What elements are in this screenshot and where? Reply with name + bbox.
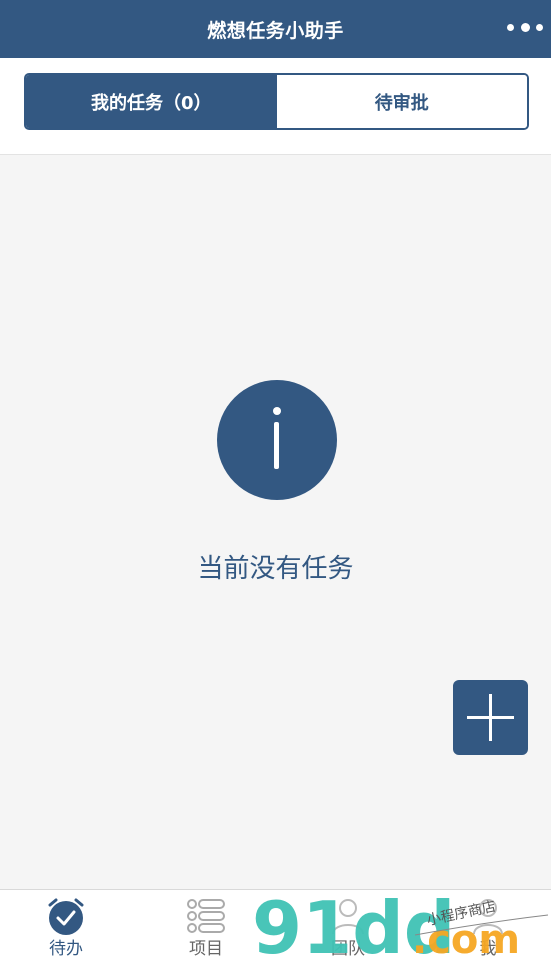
- more-dots-icon: [536, 23, 543, 31]
- tabbar-label: 团队: [331, 939, 365, 959]
- tabbar-item-team[interactable]: 团队: [288, 890, 408, 961]
- more-dots-icon: [507, 23, 514, 31]
- tabbar-item-projects[interactable]: 项目: [146, 890, 266, 961]
- tab-my-tasks[interactable]: 我的任务（0）: [26, 75, 277, 128]
- tab-pending-approval[interactable]: 待审批: [276, 75, 527, 128]
- tabbar-label: 待办: [49, 939, 83, 959]
- tabbar-item-todo[interactable]: 待办: [6, 890, 126, 961]
- more-menu-button[interactable]: [507, 18, 543, 36]
- bottom-tab-bar: 待办 项目 团队 我: [0, 889, 551, 961]
- alarm-check-icon: [48, 898, 84, 935]
- tabbar-label: 项目: [189, 939, 223, 959]
- tab-area: 我的任务（0） 待审批: [0, 58, 551, 155]
- info-icon: [217, 380, 337, 500]
- empty-state-message: 当前没有任务: [197, 554, 354, 584]
- more-dots-icon: [520, 22, 530, 32]
- tab-switch: 我的任务（0） 待审批: [24, 73, 529, 130]
- tabbar-label: 我: [479, 939, 497, 959]
- add-task-button[interactable]: [453, 680, 528, 755]
- team-icon: [332, 899, 364, 935]
- info-icon-bar: [274, 422, 279, 469]
- tabbar-item-me[interactable]: 我: [428, 890, 548, 961]
- plus-icon: [489, 694, 492, 741]
- info-icon-dot: [273, 407, 281, 415]
- person-icon: [473, 899, 503, 935]
- list-icon: [187, 899, 225, 933]
- page-title: 燃想任务小助手: [207, 19, 344, 42]
- navigation-bar: 燃想任务小助手: [0, 0, 551, 58]
